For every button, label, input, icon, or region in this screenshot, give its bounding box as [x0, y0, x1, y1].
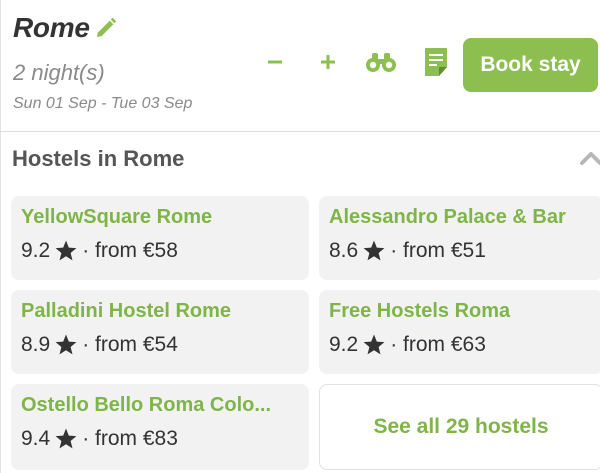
hostel-meta: 8.6 · from €51	[329, 239, 593, 263]
book-stay-button[interactable]: Book stay	[463, 38, 598, 92]
binoculars-icon	[366, 53, 396, 72]
hostel-name: Ostello Bello Roma Colo...	[21, 394, 272, 416]
hostel-meta: 9.4 · from €83	[21, 427, 299, 451]
hostel-card[interactable]: Ostello Bello Roma Colo... 9.4 · from €8…	[11, 384, 309, 470]
hostel-card[interactable]: Free Hostels Roma 9.2 · from €63	[319, 290, 600, 374]
star-icon	[363, 240, 385, 261]
nights-count: 2 night(s)	[13, 60, 105, 85]
hostel-rating: 8.9	[21, 333, 51, 356]
notes-button[interactable]	[418, 44, 454, 80]
city-row: Rome	[13, 12, 118, 44]
hostel-rating: 9.2	[21, 239, 51, 262]
explore-button[interactable]	[363, 44, 399, 80]
star-icon	[55, 428, 77, 449]
hostel-rating: 8.6	[329, 239, 359, 262]
section-title: Hostels in Rome	[12, 146, 185, 171]
hostel-meta: 9.2 · from €58	[21, 239, 299, 263]
star-icon	[363, 334, 385, 355]
increase-nights-button[interactable]	[310, 44, 346, 80]
hostel-price: · from €51	[390, 239, 486, 262]
hostel-card[interactable]: Alessandro Palace & Bar 8.6 · from €51	[319, 196, 600, 280]
hostel-rating: 9.4	[21, 427, 51, 450]
hostel-price: · from €58	[82, 239, 178, 262]
hostel-card[interactable]: YellowSquare Rome 9.2 · from €58	[11, 196, 309, 280]
chevron-up-icon[interactable]	[580, 148, 600, 168]
see-all-hostels-button[interactable]: See all 29 hostels	[319, 384, 600, 470]
pencil-icon[interactable]	[94, 16, 118, 40]
hostel-meta: 9.2 · from €63	[329, 333, 593, 357]
hostel-name: Free Hostels Roma	[329, 300, 511, 322]
header-divider	[0, 131, 600, 132]
hostel-card[interactable]: Palladini Hostel Rome 8.9 · from €54	[11, 290, 309, 374]
star-icon	[55, 240, 77, 261]
hostel-rating: 9.2	[329, 333, 359, 356]
hostel-price: · from €83	[82, 427, 178, 450]
decrease-nights-button[interactable]	[257, 44, 293, 80]
trip-header: Rome 2 night(s) Sun 01 Sep - Tue 03 Sep	[0, 0, 600, 132]
date-range: Sun 01 Sep - Tue 03 Sep	[13, 95, 193, 112]
minus-icon	[268, 60, 282, 64]
plus-icon	[321, 55, 335, 69]
star-icon	[55, 334, 77, 355]
hostel-price: · from €54	[82, 333, 178, 356]
hostel-name: Palladini Hostel Rome	[21, 300, 232, 322]
hostel-meta: 8.9 · from €54	[21, 333, 299, 357]
hostel-price: · from €63	[390, 333, 486, 356]
city-title: Rome	[13, 12, 90, 43]
hostel-name: Alessandro Palace & Bar	[329, 206, 566, 228]
note-icon	[425, 48, 447, 76]
hostel-name: YellowSquare Rome	[21, 206, 213, 228]
